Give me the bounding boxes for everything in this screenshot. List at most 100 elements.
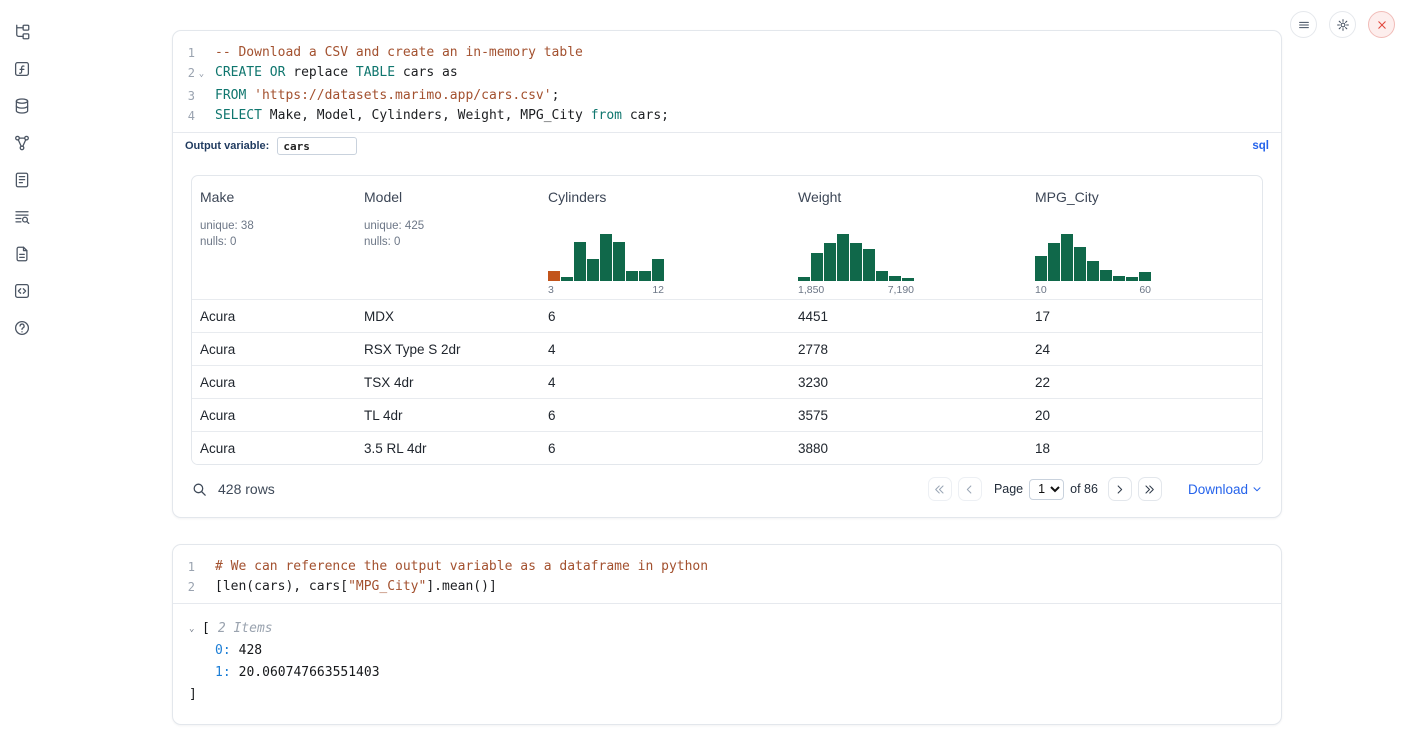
column-histogram[interactable]: 1060 [1035, 233, 1254, 299]
item-key: 0: [215, 640, 231, 662]
table-cell: Acura [192, 333, 356, 365]
tree-item[interactable]: 0:428 [189, 640, 1265, 662]
scratchpad-icon[interactable] [13, 171, 31, 189]
sql-cell: 1 -- Download a CSV and create an in-memo… [172, 30, 1282, 518]
table-row[interactable]: AcuraMDX6445117 [192, 299, 1262, 332]
histogram-bar[interactable] [1061, 234, 1073, 281]
histogram-bar[interactable] [613, 242, 625, 281]
table-footer: 428 rows Page 1 of 86 Download [173, 465, 1281, 517]
table-cell: 6 [540, 300, 790, 332]
column-histogram[interactable]: 1,8507,190 [798, 233, 1019, 299]
column-header[interactable]: Weight1,8507,190 [790, 176, 1027, 299]
sql-code-editor[interactable]: 1 -- Download a CSV and create an in-memo… [173, 31, 1281, 132]
histogram-bar[interactable] [1139, 272, 1151, 281]
histogram-bar[interactable] [639, 271, 651, 281]
histogram-bar[interactable] [561, 277, 573, 281]
code-line[interactable]: 1# We can reference the output variable … [173, 557, 1281, 577]
table-cell: Acura [192, 366, 356, 398]
menu-button[interactable] [1290, 11, 1317, 38]
code-text: -- Download a CSV and create an in-memor… [208, 43, 583, 63]
histogram-bar[interactable] [1048, 243, 1060, 281]
code-line[interactable]: 4 SELECT Make, Model, Cylinders, Weight, … [173, 106, 1281, 126]
table-row[interactable]: AcuraTSX 4dr4323022 [192, 365, 1262, 398]
last-page-button[interactable] [1138, 477, 1162, 501]
histogram-bar[interactable] [548, 271, 560, 281]
document-icon[interactable] [13, 245, 31, 263]
code-line[interactable]: 1 -- Download a CSV and create an in-memo… [173, 43, 1281, 63]
column-label: MPG_City [1035, 189, 1254, 205]
tree-item[interactable]: 1:20.060747663551403 [189, 662, 1265, 684]
code-text: SELECT Make, Model, Cylinders, Weight, M… [208, 106, 669, 126]
histogram-bar[interactable] [876, 271, 888, 281]
histogram-bar[interactable] [798, 277, 810, 281]
column-histogram[interactable]: 312 [548, 233, 782, 299]
table-row[interactable]: AcuraRSX Type S 2dr4277824 [192, 332, 1262, 365]
function-square-icon[interactable] [13, 60, 31, 78]
code-token [246, 88, 254, 103]
histogram-bar[interactable] [850, 243, 862, 281]
histogram-bar[interactable] [1087, 261, 1099, 281]
code-line[interactable]: 2[len(cars), cars["MPG_City"].mean()] [173, 577, 1281, 597]
page-select[interactable]: 1 [1029, 479, 1064, 500]
next-page-button[interactable] [1108, 477, 1132, 501]
code-token: [len(cars), cars[ [215, 579, 348, 594]
histogram-bar[interactable] [574, 242, 586, 281]
dependency-graph-icon[interactable] [13, 134, 31, 152]
help-icon[interactable] [13, 319, 31, 337]
fold-chevron-icon[interactable]: ⌄ [195, 63, 208, 86]
table-cell: 24 [1027, 333, 1262, 365]
column-header[interactable]: Makeunique: 38nulls: 0 [192, 176, 356, 299]
first-page-button[interactable] [928, 477, 952, 501]
histogram-bar[interactable] [587, 259, 599, 281]
close-bracket: ] [189, 684, 197, 706]
output-variable-label: Output variable: [185, 140, 269, 152]
histogram-bar[interactable] [1126, 277, 1138, 281]
column-stat: nulls: 0 [364, 234, 532, 250]
histogram-bar[interactable] [902, 278, 914, 281]
code-line[interactable]: 2⌄CREATE OR replace TABLE cars as [173, 63, 1281, 86]
database-icon[interactable] [13, 97, 31, 115]
items-summary: 2 Items [218, 618, 273, 640]
data-table: Makeunique: 38nulls: 0Modelunique: 425nu… [191, 175, 1263, 465]
language-badge[interactable]: sql [1252, 140, 1269, 152]
code-text: CREATE OR replace TABLE cars as [208, 63, 458, 86]
column-stat: unique: 38 [200, 218, 348, 234]
histogram-bar[interactable] [1074, 247, 1086, 281]
output-variable-input[interactable] [277, 137, 357, 155]
table-row[interactable]: Acura3.5 RL 4dr6388018 [192, 431, 1262, 464]
download-button[interactable]: Download [1188, 482, 1263, 497]
table-row[interactable]: AcuraTL 4dr6357520 [192, 398, 1262, 431]
code-token: "MPG_City" [348, 579, 426, 594]
histogram-bar[interactable] [863, 249, 875, 281]
histogram-bar[interactable] [837, 234, 849, 281]
logs-icon[interactable] [13, 208, 31, 226]
column-header[interactable]: MPG_City 1060 [1027, 176, 1262, 299]
histogram-bar[interactable] [889, 276, 901, 281]
collapse-chevron-icon[interactable]: ⌄ [189, 618, 202, 640]
column-header[interactable]: Modelunique: 425nulls: 0 [356, 176, 540, 299]
code-token: cars; [622, 108, 669, 123]
histogram-range: 1060 [1035, 281, 1151, 299]
histogram-bar[interactable] [1100, 270, 1112, 281]
snippets-icon[interactable] [13, 282, 31, 300]
search-icon[interactable] [191, 481, 208, 498]
settings-button[interactable] [1329, 11, 1356, 38]
previous-page-button[interactable] [958, 477, 982, 501]
file-tree-icon[interactable] [13, 23, 31, 41]
column-header[interactable]: Cylinders312 [540, 176, 790, 299]
histogram-bar[interactable] [1035, 256, 1047, 281]
histogram-bar[interactable] [600, 234, 612, 281]
python-code-editor[interactable]: 1# We can reference the output variable … [173, 545, 1281, 603]
histogram-bar[interactable] [811, 253, 823, 281]
close-button[interactable] [1368, 11, 1395, 38]
histogram-bar[interactable] [824, 243, 836, 281]
code-line[interactable]: 3FROM 'https://datasets.marimo.app/cars.… [173, 86, 1281, 106]
line-number: 1 [173, 43, 195, 63]
sidebar [0, 0, 44, 729]
line-number: 4 [173, 106, 195, 126]
menu-icon [1297, 18, 1311, 32]
histogram-bar[interactable] [626, 271, 638, 281]
table-cell: Acura [192, 432, 356, 464]
histogram-bar[interactable] [652, 259, 664, 281]
histogram-bar[interactable] [1113, 276, 1125, 281]
